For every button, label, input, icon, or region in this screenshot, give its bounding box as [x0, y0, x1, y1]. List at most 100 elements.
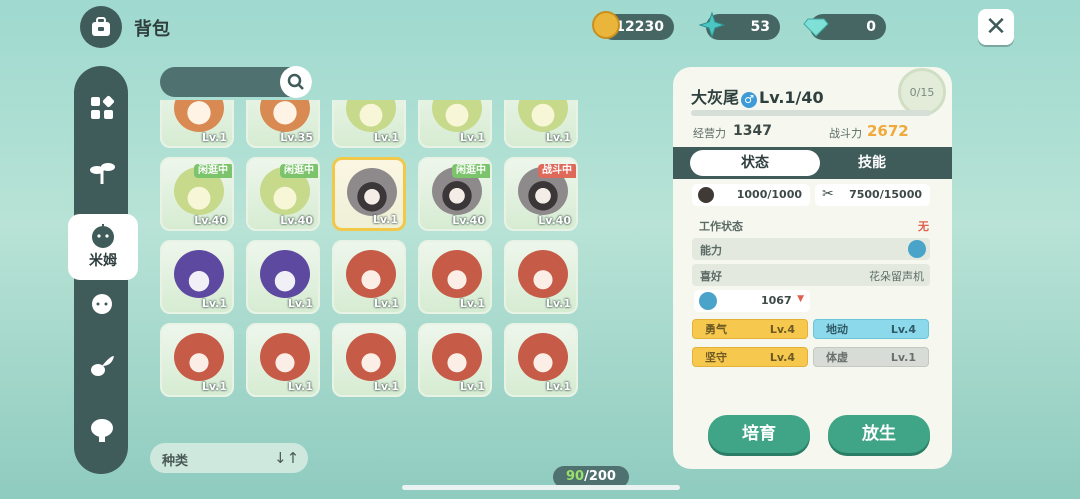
pet-portrait: [432, 250, 482, 298]
pet-card[interactable]: Lv.1: [504, 240, 578, 314]
pet-level-label: Lv.1: [201, 380, 227, 393]
pet-card[interactable]: Lv.1: [418, 240, 492, 314]
pet-portrait: [174, 250, 224, 298]
pet-portrait: [346, 100, 396, 132]
release-button[interactable]: 放生: [828, 415, 930, 453]
pet-level-label: Lv.1: [373, 380, 399, 393]
skill-badge[interactable]: 勇气 Lv.4: [692, 319, 808, 339]
pet-portrait: [174, 333, 224, 381]
pet-level-label: Lv.1: [373, 131, 399, 144]
affinity-stat[interactable]: 1067 ▼: [694, 290, 810, 312]
search-button[interactable]: [280, 66, 312, 98]
stamina-stat: ✂ 7500/15000: [815, 184, 930, 206]
status-badge: 闲逛中: [452, 164, 490, 178]
diamond-value: 0: [866, 19, 876, 35]
pet-portrait: [347, 168, 397, 216]
all-items-icon[interactable]: [88, 94, 116, 122]
close-button[interactable]: ✕: [978, 9, 1014, 45]
pet-card[interactable]: Lv.1: [332, 323, 406, 397]
pet-card-selected[interactable]: Lv.1: [332, 157, 406, 231]
hunger-stat: 1000/1000: [692, 184, 810, 206]
train-button[interactable]: 培育: [708, 415, 810, 453]
pet-portrait: [260, 100, 310, 132]
pet-portrait: [432, 100, 482, 132]
pet-portrait: [432, 333, 482, 381]
pet-level-label: Lv.1: [459, 380, 485, 393]
pet-card[interactable]: Lv.1: [332, 100, 406, 148]
pet-portrait: [260, 333, 310, 381]
tab-status[interactable]: 状态: [690, 150, 820, 176]
tab-skills[interactable]: 技能: [822, 150, 922, 176]
pet-level-label: Lv.1: [287, 380, 313, 393]
pet-card[interactable]: Lv.1: [246, 240, 320, 314]
pet-card[interactable]: 闲逛中 Lv.40: [246, 157, 320, 231]
pet-card[interactable]: Lv.35: [246, 100, 320, 148]
pet-portrait: [174, 100, 224, 132]
pet-card[interactable]: Lv.1: [504, 100, 578, 148]
pet-card[interactable]: Lv.1: [246, 323, 320, 397]
skill-badge[interactable]: 地动 Lv.4: [813, 319, 929, 339]
pet-card[interactable]: Lv.1: [160, 323, 234, 397]
pet-level-label: Lv.1: [545, 297, 571, 310]
pet-card[interactable]: 闲逛中 Lv.40: [418, 157, 492, 231]
sidebar-item-label: 米姆: [89, 253, 117, 269]
page-title: 背包: [134, 19, 170, 40]
pet-level-label: Lv.1: [287, 297, 313, 310]
home-indicator[interactable]: [402, 485, 680, 490]
pet-portrait: [518, 333, 568, 381]
gold-coin-icon: [592, 11, 620, 39]
pet-level-label: Lv.1: [201, 297, 227, 310]
pet-portrait: [518, 100, 568, 132]
tree-icon[interactable]: [88, 416, 116, 444]
leaf-seed-icon[interactable]: [88, 352, 116, 380]
sort-order-icon[interactable]: ↓↑: [274, 449, 299, 467]
sprout-icon[interactable]: [88, 158, 116, 186]
pet-card[interactable]: Lv.1: [160, 240, 234, 314]
pet-level-label: Lv.1: [459, 297, 485, 310]
pet-level-label: Lv.1: [373, 297, 399, 310]
hunger-value: 1000/1000: [736, 188, 802, 201]
affinity-element-icon: [699, 292, 717, 310]
skill-badge[interactable]: 坚守 Lv.4: [692, 347, 808, 367]
preference-row: 喜好 花朵留声机: [692, 264, 930, 286]
pet-portrait: [346, 333, 396, 381]
pet-card[interactable]: Lv.1: [332, 240, 406, 314]
backpack-icon: [80, 6, 122, 48]
pet-portrait: [518, 250, 568, 298]
pet-level-label: Lv.1: [545, 131, 571, 144]
pet-card[interactable]: Lv.1: [418, 323, 492, 397]
crystal-value: 53: [750, 19, 770, 35]
preference-value: 花朵留声机: [869, 270, 924, 283]
pet-portrait: [260, 250, 310, 298]
pet-level-label: Lv.40: [452, 214, 485, 227]
skill-badge[interactable]: 体虚 Lv.1: [813, 347, 929, 367]
capacity-max: /200: [584, 469, 616, 484]
combat-value: 2672: [867, 122, 909, 140]
skill-name: 勇气: [705, 323, 727, 336]
skill-name: 体虚: [826, 351, 848, 364]
status-badge: 闲逛中: [280, 164, 318, 178]
ability-element-icon[interactable]: [908, 240, 926, 258]
diamond-counter: 0: [803, 14, 886, 40]
pet-level: Lv.1/40: [759, 88, 824, 107]
diamond-icon: [802, 11, 830, 39]
management-label: 经营力: [693, 127, 726, 140]
pet-level-label: Lv.1: [459, 131, 485, 144]
skill-level: Lv.4: [769, 350, 795, 364]
crystal-counter: 53: [698, 11, 780, 40]
gold-counter: 12230: [592, 11, 674, 40]
pet-card[interactable]: Lv.1: [418, 100, 492, 148]
star-crystal-icon: [698, 11, 726, 39]
affinity-value: 1067: [761, 294, 792, 307]
pet-level-label: Lv.1: [545, 380, 571, 393]
capacity-current: 90: [566, 469, 585, 484]
sort-label: 种类: [162, 454, 189, 469]
pet-card[interactable]: Lv.1: [504, 323, 578, 397]
ability-label: 能力: [700, 244, 722, 257]
pet-card[interactable]: Lv.1: [160, 100, 234, 148]
pet-card[interactable]: 闲逛中 Lv.40: [160, 157, 234, 231]
sidebar-item-mimu[interactable]: 米姆: [68, 214, 138, 280]
search-icon: [287, 73, 304, 90]
pet-card[interactable]: 战斗中 Lv.40: [504, 157, 578, 231]
fruit-icon[interactable]: [88, 288, 116, 316]
